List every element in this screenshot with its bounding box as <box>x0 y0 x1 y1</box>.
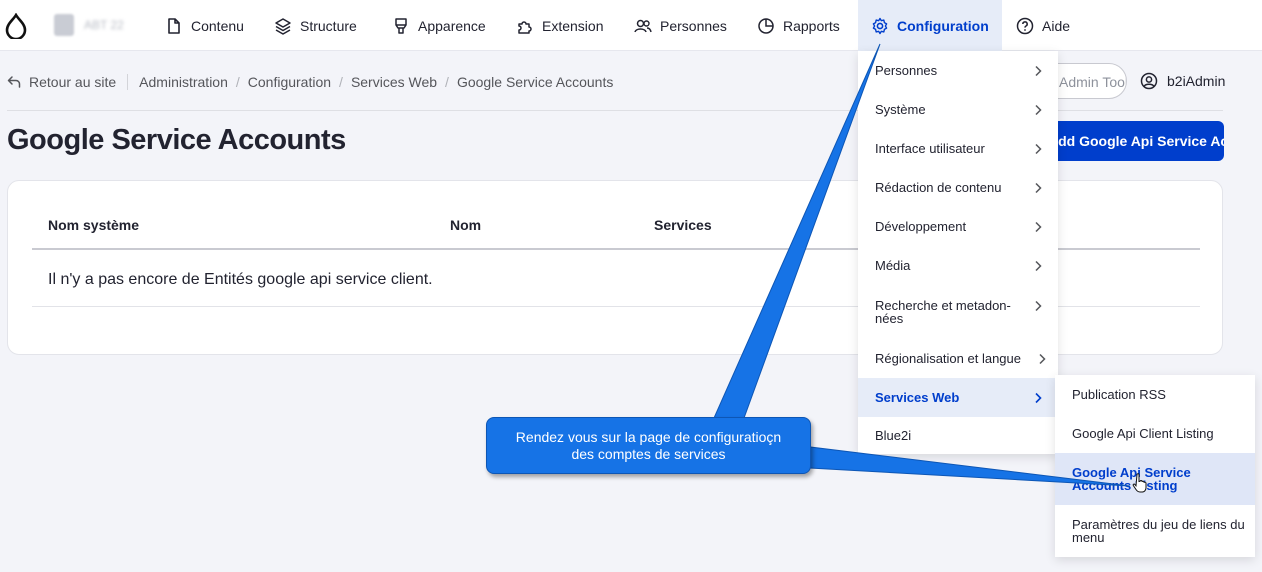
chevron-right-icon <box>1035 182 1042 193</box>
column-header-nom: Nom <box>450 217 482 233</box>
toolbar-item-rapports[interactable]: Rapports <box>757 0 840 51</box>
toolbar-item-label: Extension <box>542 17 604 34</box>
file-icon <box>168 17 180 34</box>
add-service-account-button[interactable]: Add Google Api Service Account <box>1030 121 1224 161</box>
callout-line-2: des comptes de services <box>571 446 726 462</box>
toolbar-item-structure[interactable]: Structure <box>274 0 357 51</box>
menu-item-systeme[interactable]: Système <box>858 90 1058 129</box>
menu-item-label: Rédaction de contenu <box>875 180 1002 195</box>
toolbar-item-label: Personnes <box>660 17 727 34</box>
menu-item-label: Recherche et metadon-nées <box>875 298 1011 326</box>
puzzle-icon <box>518 20 532 34</box>
people-icon <box>634 19 652 32</box>
admin-toolbar-toggle-label: Admin Toolbar <box>1059 74 1126 90</box>
site-logo[interactable] <box>54 14 74 36</box>
chevron-right-icon <box>1035 221 1042 232</box>
submenu-item-publication-rss[interactable]: Publication RSS <box>1055 375 1255 414</box>
menu-item-label: Développement <box>875 219 967 234</box>
empty-table-message: Il n'y a pas encore de Entités google ap… <box>48 271 433 288</box>
help-icon <box>1016 17 1034 34</box>
breadcrumb-item[interactable]: Configuration <box>248 74 331 90</box>
menu-item-blue2i[interactable]: Blue2i <box>858 417 1058 454</box>
breadcrumb-item[interactable]: Administration <box>139 74 228 90</box>
hand-pointer-cursor-icon <box>1132 473 1147 493</box>
back-to-site-link[interactable]: Retour au site <box>7 74 129 90</box>
toolbar-item-label: Rapports <box>783 17 840 34</box>
page-title: Google Service Accounts <box>7 124 346 156</box>
menu-item-label: Média <box>875 258 911 273</box>
toolbar-item-personnes[interactable]: Personnes <box>634 0 727 51</box>
breadcrumb-separator: / <box>445 74 449 90</box>
submenu-item-label: Paramètres du jeu de liens du menu <box>1072 517 1245 545</box>
breadcrumb: Retour au site Administration / Configur… <box>7 73 613 91</box>
toolbar-item-label: Apparence <box>418 17 486 34</box>
menu-item-redaction-de-contenu[interactable]: Rédaction de contenu <box>858 168 1058 207</box>
add-service-account-label: Add Google Api Service Account <box>1048 133 1224 149</box>
breadcrumb-separator: / <box>339 74 343 90</box>
admin-toolbar: ABT 22 Contenu Structure Apparence Exten… <box>0 0 1262 51</box>
menu-item-label: Personnes <box>875 63 938 78</box>
toolbar-item-label: Aide <box>1042 17 1071 34</box>
submenu-item-label: Publication RSS <box>1072 387 1166 402</box>
chevron-right-icon <box>1035 143 1042 154</box>
submenu-item-google-api-service-accounts-listing[interactable]: Google Api Service Accounts Listing <box>1055 453 1255 505</box>
submenu-item-google-api-client-listing[interactable]: Google Api Client Listing <box>1055 414 1255 453</box>
toolbar-item-contenu[interactable]: Contenu <box>165 0 244 51</box>
services-web-submenu: Publication RSS Google Api Client Listin… <box>1055 375 1255 557</box>
menu-item-label: Régionalisation et langue <box>875 351 1021 366</box>
toolbar-item-label: Configuration <box>897 17 989 34</box>
breadcrumb-separator: / <box>235 74 240 90</box>
tutorial-callout: Rendez vous sur la page de configuratioç… <box>486 417 811 474</box>
chevron-right-icon <box>1039 353 1046 364</box>
user-name: b2iAdmin <box>1167 73 1226 89</box>
menu-item-label: Services Web <box>875 390 960 405</box>
toolbar-item-label: Structure <box>300 17 357 34</box>
menu-item-label: Blue2i <box>875 428 912 443</box>
menu-item-services-web[interactable]: Services Web <box>858 378 1058 417</box>
layers-icon <box>275 17 291 35</box>
menu-item-regionalisation-et-langue[interactable]: Régionalisation et langue <box>858 339 1058 378</box>
menu-item-developpement[interactable]: Développement <box>858 207 1058 246</box>
toolbar-item-extension[interactable]: Extension <box>516 0 603 51</box>
back-to-site-label: Retour au site <box>29 74 117 90</box>
drupal-drop-icon[interactable] <box>5 13 27 39</box>
menu-item-label: Système <box>875 102 926 117</box>
toolbar-item-label: Contenu <box>191 17 244 34</box>
chevron-right-icon <box>1035 392 1042 403</box>
menu-item-media[interactable]: Média <box>858 246 1058 285</box>
site-name-blurred: ABT 22 <box>84 18 124 32</box>
menu-item-label: Interface utilisateur <box>875 141 985 156</box>
paint-brush-icon <box>395 17 407 34</box>
user-icon <box>1140 72 1158 90</box>
user-menu[interactable]: b2iAdmin <box>1140 72 1225 90</box>
column-header-services: Services <box>654 217 712 233</box>
chevron-right-icon <box>1035 260 1042 271</box>
configuration-dropdown: Personnes Système Interface utilisateur … <box>858 51 1058 454</box>
menu-item-interface-utilisateur[interactable]: Interface utilisateur <box>858 129 1058 168</box>
column-header-nom-systeme: Nom système <box>48 217 140 233</box>
callout-line-1: Rendez vous sur la page de configuratioç… <box>515 429 782 445</box>
menu-item-personnes[interactable]: Personnes <box>858 51 1058 90</box>
gear-icon <box>872 17 888 34</box>
chevron-right-icon <box>1035 300 1042 312</box>
submenu-item-parametres-jeu-de-liens[interactable]: Paramètres du jeu de liens du menu <box>1055 505 1255 557</box>
back-arrow-icon <box>7 76 21 88</box>
breadcrumb-item[interactable]: Services Web <box>351 74 437 90</box>
breadcrumb-current: Google Service Accounts <box>456 74 614 90</box>
chevron-right-icon <box>1035 65 1042 76</box>
pie-chart-icon <box>758 17 774 34</box>
toolbar-item-apparence[interactable]: Apparence <box>392 0 486 51</box>
toolbar-item-configuration[interactable]: Configuration <box>858 0 1002 51</box>
menu-item-recherche-et-metadonnees[interactable]: Recherche et metadon-nées <box>858 285 1058 339</box>
submenu-item-label: Google Api Client Listing <box>1072 426 1214 441</box>
toolbar-item-aide[interactable]: Aide <box>1016 0 1070 51</box>
chevron-right-icon <box>1035 104 1042 115</box>
